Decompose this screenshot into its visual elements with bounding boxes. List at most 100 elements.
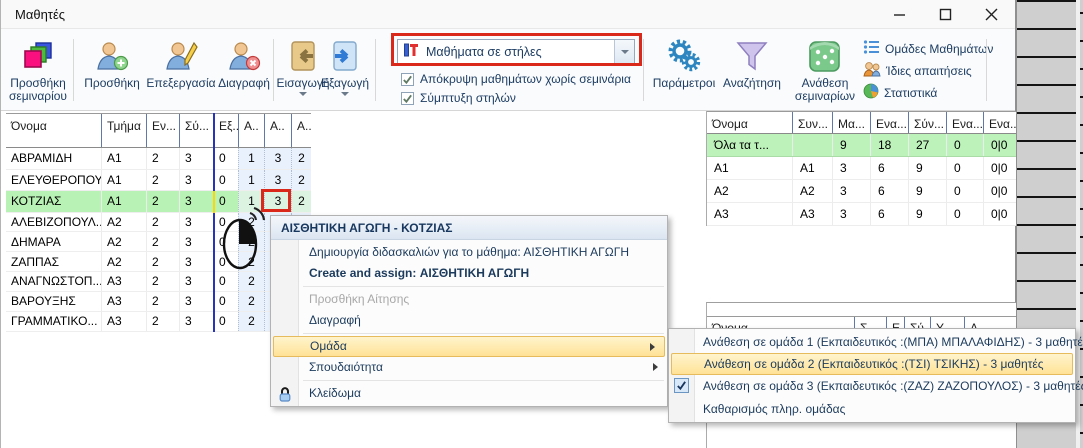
student-cell[interactable]: 2 <box>238 272 264 291</box>
column-header[interactable]: Ενα... <box>870 112 908 133</box>
student-cell[interactable]: 3 <box>179 213 213 232</box>
menu-item-lock[interactable]: Κλείδωμα <box>271 383 667 404</box>
student-cell[interactable]: 3 <box>179 292 213 311</box>
column-header[interactable]: Α.. <box>238 114 264 147</box>
assign-seminars-button[interactable]: Ανάθεση σεμιναρίων <box>789 35 861 109</box>
column-header[interactable]: Α.. <box>264 114 291 147</box>
student-cell[interactable]: A2 <box>101 232 146 251</box>
student-cell[interactable]: 2 <box>291 191 311 212</box>
student-cell[interactable]: 3 <box>179 232 213 251</box>
student-cell[interactable]: A1 <box>101 191 146 212</box>
student-cell[interactable]: A2 <box>101 213 146 232</box>
student-cell[interactable]: 2 <box>291 170 311 191</box>
summary-cell[interactable]: A1 <box>792 157 832 179</box>
student-cell[interactable]: ΑΝΑΓΝΩΣΤΟΠ... <box>6 272 101 291</box>
summary-cell[interactable]: A2 <box>707 180 792 202</box>
export-button[interactable]: Εξαγωγή <box>321 35 369 109</box>
summary-cell[interactable]: 18 <box>870 134 908 156</box>
close-button[interactable] <box>975 3 1007 25</box>
column-header[interactable]: Συν... <box>792 112 832 133</box>
delete-student-button[interactable]: Διαγραφή <box>215 35 273 109</box>
summary-cell[interactable]: 0 <box>946 203 983 225</box>
student-cell[interactable]: 2 <box>238 312 264 331</box>
student-cell[interactable]: ΔΗΜΑΡΑ <box>6 232 101 251</box>
summary-cell[interactable]: 0|0 <box>983 157 1017 179</box>
column-header[interactable]: Σύ... <box>179 114 213 147</box>
student-cell[interactable]: 2 <box>146 272 179 291</box>
summary-cell[interactable]: 27 <box>908 134 946 156</box>
summary-cell[interactable]: 3 <box>832 180 870 202</box>
summary-cell[interactable]: 9 <box>908 157 946 179</box>
column-header[interactable]: Α.. <box>291 114 311 147</box>
student-cell[interactable]: ΑΛΕΒΙΖΟΠΟΥΛ... <box>6 213 101 232</box>
submenu-item-assign-group-2[interactable]: Ανάθεση σε ομάδα 2 (Εκπαιδευτικός :(ΤΣΙ)… <box>671 353 1073 375</box>
parameters-button[interactable]: Παράμετροι <box>649 35 719 109</box>
column-header[interactable]: Ενα... <box>946 112 983 133</box>
minimize-button[interactable] <box>883 3 915 25</box>
edit-student-button[interactable]: Επεξεργασία <box>143 35 219 109</box>
student-cell[interactable]: ΖΑΠΠΑΣ <box>6 252 101 271</box>
student-cell[interactable]: 3 <box>179 148 213 169</box>
student-cell[interactable]: 1 <box>238 170 264 191</box>
summary-cell[interactable]: 3 <box>832 157 870 179</box>
summary-cell[interactable]: 6 <box>870 180 908 202</box>
summary-cell[interactable]: A3 <box>707 203 792 225</box>
menu-item-delete[interactable]: Διαγραφή <box>271 310 667 331</box>
student-cell[interactable]: 0 <box>213 148 238 169</box>
summary-cell[interactable]: 6 <box>870 157 908 179</box>
student-cell[interactable]: 3 <box>264 148 291 169</box>
student-cell[interactable]: A2 <box>101 252 146 271</box>
summary-cell[interactable]: A3 <box>792 203 832 225</box>
student-cell[interactable]: 3 <box>179 170 213 191</box>
summary-cell[interactable]: A1 <box>707 157 792 179</box>
student-cell[interactable]: 2 <box>146 148 179 169</box>
summary-cell[interactable]: 0 <box>946 157 983 179</box>
summary-cell[interactable]: 0 <box>946 134 983 156</box>
search-button[interactable]: Αναζήτηση <box>719 35 785 109</box>
add-student-button[interactable]: Προσθήκη <box>81 35 143 109</box>
summary-cell[interactable]: 0|0 <box>983 180 1017 202</box>
student-cell[interactable]: 0 <box>213 170 238 191</box>
column-header[interactable]: Ενα... <box>983 112 1017 133</box>
student-cell[interactable]: 2 <box>146 252 179 271</box>
menu-item-create-and-assign[interactable]: Create and assign: ΑΙΣΘΗΤΙΚΗ ΑΓΩΓΗ <box>271 263 667 284</box>
student-cell[interactable]: 1 <box>238 148 264 169</box>
student-cell[interactable]: 3 <box>179 272 213 291</box>
student-cell[interactable]: ΓΡΑΜΜΑΤΙΚΟ... <box>6 312 101 331</box>
student-cell[interactable]: 3 <box>179 191 213 212</box>
collapse-columns-checkbox[interactable]: Σύμπτυξη στηλών <box>401 90 516 106</box>
student-cell[interactable]: 3 <box>179 312 213 331</box>
student-cell[interactable]: A3 <box>101 272 146 291</box>
student-cell[interactable]: 2 <box>146 232 179 251</box>
student-cell[interactable]: 2 <box>146 213 179 232</box>
student-cell[interactable]: ΕΛΕΥΘΕΡΟΠΟΥ... <box>6 170 101 191</box>
same-requirements-button[interactable]: Ίδιες απαιτήσεις <box>863 61 972 81</box>
column-header[interactable]: Εν... <box>146 114 179 147</box>
hide-courses-without-seminars-checkbox[interactable]: Απόκρυψη μαθημάτων χωρίς σεμινάρια <box>401 71 631 87</box>
student-cell[interactable]: 2 <box>146 312 179 331</box>
summary-cell[interactable]: 9 <box>908 203 946 225</box>
summary-cell[interactable]: 9 <box>908 180 946 202</box>
maximize-button[interactable] <box>929 3 961 25</box>
student-cell[interactable]: 0 <box>213 312 238 331</box>
column-header[interactable]: Μα... <box>832 112 870 133</box>
student-cell[interactable]: A1 <box>101 170 146 191</box>
summary-cell[interactable]: 0|0 <box>983 134 1017 156</box>
summary-cell[interactable]: Όλα τα τ... <box>707 134 792 156</box>
summary-cell[interactable]: 9 <box>832 134 870 156</box>
summary-cell[interactable]: 0|0 <box>983 203 1017 225</box>
summary-cell[interactable]: 3 <box>832 203 870 225</box>
submenu-item-assign-group-3[interactable]: Ανάθεση σε ομάδα 3 (Εκπαιδευτικός :(ΖΑΖ)… <box>669 375 1075 398</box>
student-cell[interactable]: 2 <box>146 191 179 212</box>
menu-item-create-lessons[interactable]: Δημιουργία διδασκαλιών για το μάθημα: ΑΙ… <box>271 242 667 263</box>
student-cell[interactable]: 2 <box>146 292 179 311</box>
column-header[interactable]: Όνομα <box>707 112 792 133</box>
submenu-item-clear-group[interactable]: Καθαρισμός πληρ. ομάδας <box>669 398 1075 420</box>
student-cell[interactable]: ΒΑΡΟΥΞΗΣ <box>6 292 101 311</box>
summary-cell[interactable]: 6 <box>870 203 908 225</box>
student-cell[interactable]: 3 <box>264 170 291 191</box>
student-cell[interactable]: 0 <box>213 272 238 291</box>
column-header[interactable]: Τμήμα <box>101 114 146 147</box>
student-cell[interactable]: 3 <box>179 252 213 271</box>
summary-cell[interactable]: A2 <box>792 180 832 202</box>
